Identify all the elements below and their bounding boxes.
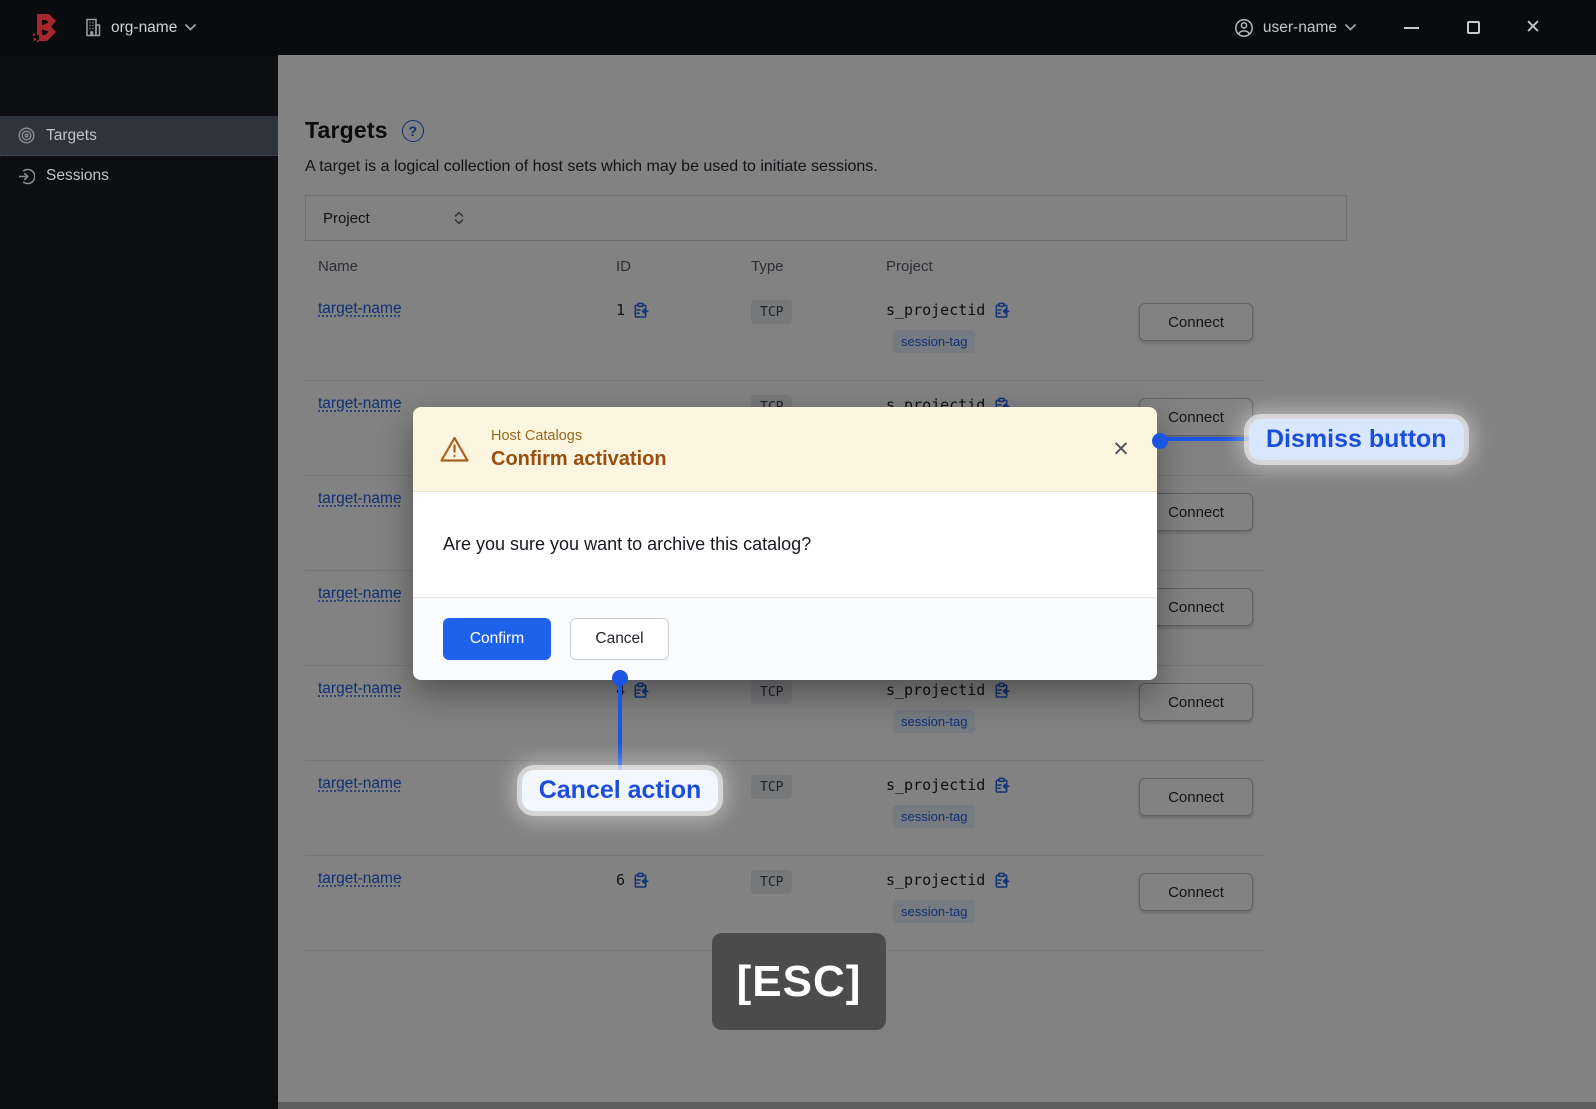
sidebar: Targets Sessions	[0, 55, 278, 1109]
cancel-annotation-dot	[612, 670, 628, 686]
cancel-annotation-label: Cancel action	[522, 770, 718, 811]
modal-context-label: Host Catalogs	[491, 427, 583, 444]
modal-footer: Confirm Cancel	[413, 597, 1157, 680]
chevron-down-icon	[185, 24, 197, 31]
user-name-label: user-name	[1262, 18, 1337, 36]
window-title-bar: org-name user-name ✕	[0, 0, 1596, 55]
window-minimize-button[interactable]	[1396, 13, 1426, 43]
user-avatar-icon	[1234, 18, 1253, 37]
maximize-icon	[1466, 21, 1480, 34]
user-menu[interactable]: user-name	[1234, 18, 1356, 38]
dismiss-annotation-label: Dismiss button	[1249, 419, 1464, 460]
esc-key-badge: [ESC]	[712, 933, 886, 1030]
dismiss-annotation-line	[1160, 437, 1249, 441]
org-building-icon	[86, 18, 101, 37]
confirm-activation-modal: Host Catalogs Confirm activation ✕ Are y…	[413, 407, 1157, 680]
window-bottom-edge	[278, 1102, 1596, 1109]
sidebar-item-sessions[interactable]: Sessions	[0, 156, 278, 196]
sessions-icon	[19, 168, 35, 184]
target-icon	[18, 127, 35, 144]
window-close-button[interactable]: ✕	[1518, 13, 1548, 43]
sidebar-item-label: Targets	[46, 126, 97, 144]
org-scope-menu[interactable]: org-name	[84, 18, 197, 37]
sidebar-item-targets[interactable]: Targets	[0, 116, 278, 156]
cancel-button[interactable]: Cancel	[570, 618, 669, 660]
minimize-icon	[1403, 26, 1419, 29]
dismiss-annotation-dot	[1152, 433, 1168, 449]
modal-dismiss-button[interactable]: ✕	[1109, 438, 1133, 462]
close-icon: ✕	[1525, 17, 1541, 38]
window-maximize-button[interactable]	[1458, 13, 1488, 43]
confirm-button[interactable]: Confirm	[443, 618, 551, 660]
chevron-down-icon	[1345, 24, 1356, 31]
modal-message: Are you sure you want to archive this ca…	[443, 534, 812, 554]
org-name-label: org-name	[111, 18, 178, 36]
close-icon: ✕	[1112, 438, 1130, 461]
warning-triangle-icon	[440, 436, 469, 462]
sidebar-item-label: Sessions	[46, 167, 109, 184]
boundary-logo-icon	[33, 13, 56, 42]
modal-header: Host Catalogs Confirm activation ✕	[413, 407, 1157, 492]
modal-title: Confirm activation	[491, 447, 667, 470]
cancel-annotation-line	[618, 686, 622, 772]
